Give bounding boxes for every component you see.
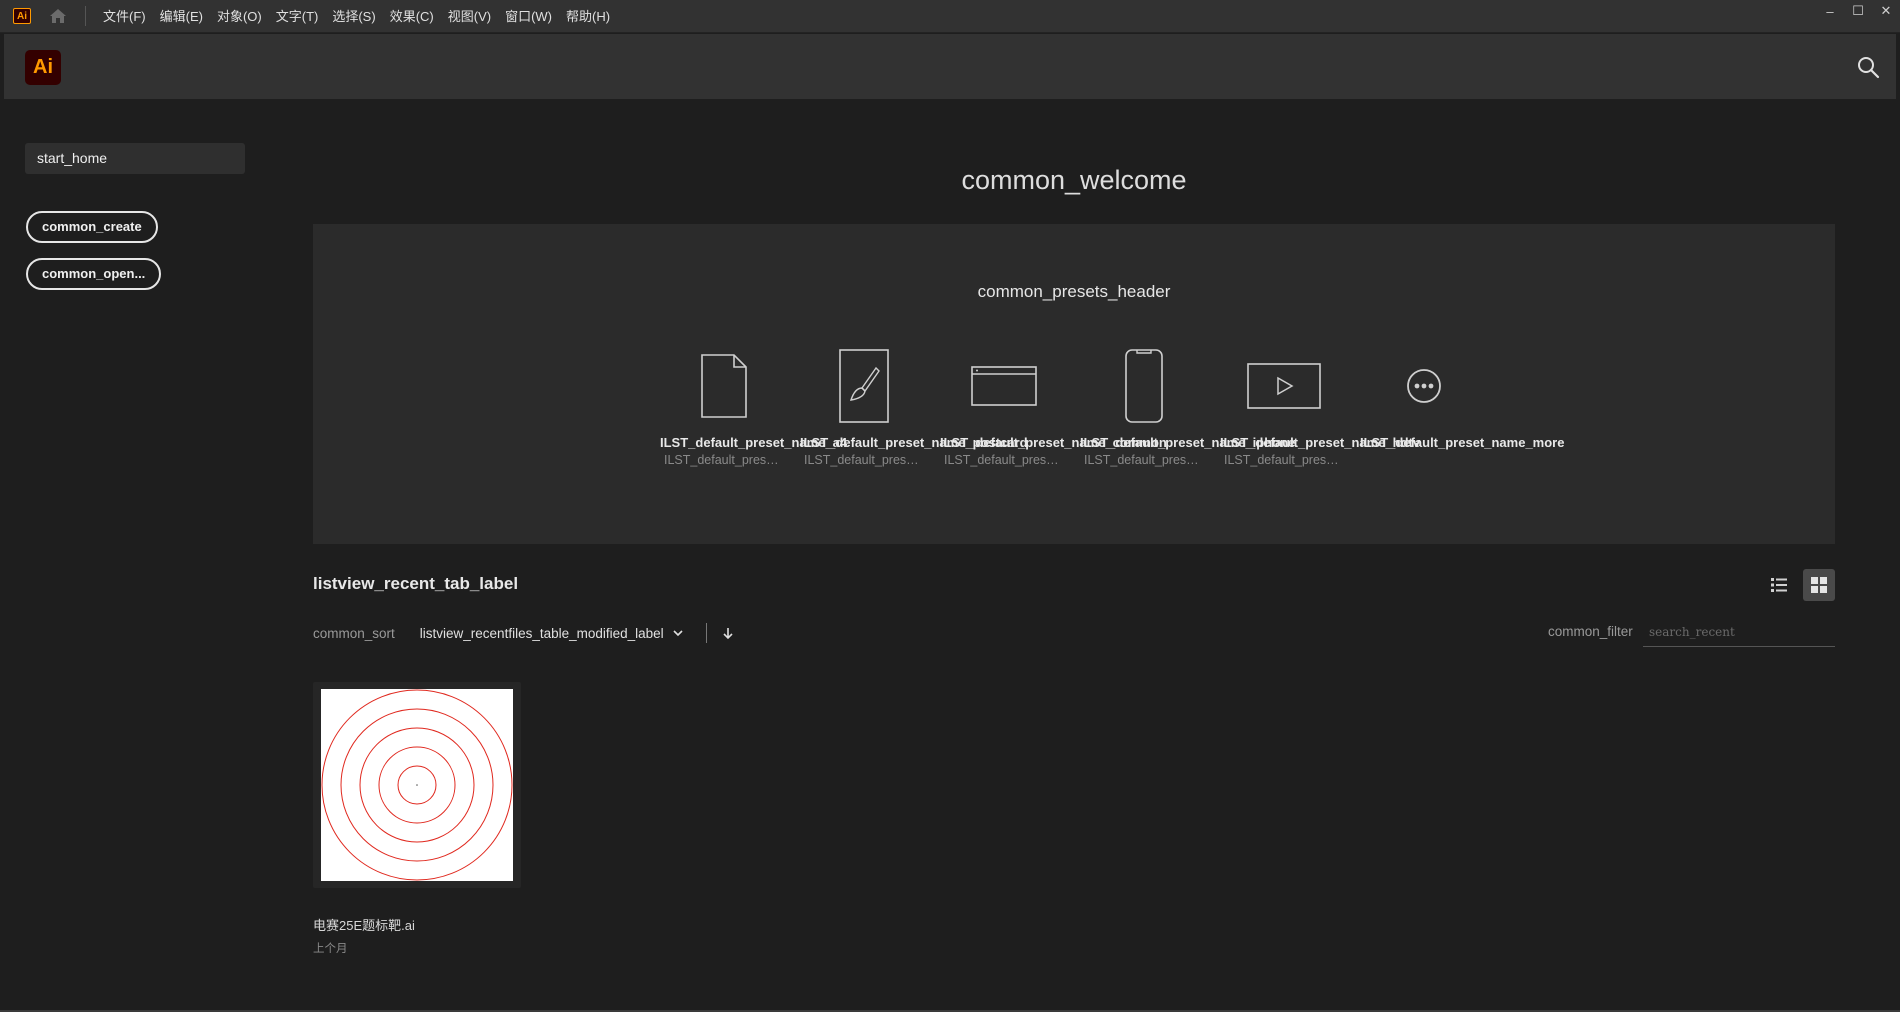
preset-postcard[interactable]: ILST_default_preset_name_postcard ILST_d… [800, 346, 1028, 469]
menu-select[interactable]: 选择(S) [325, 0, 382, 33]
search-input[interactable] [1643, 617, 1835, 647]
file-name[interactable]: 电赛25E题标靶.ai [313, 915, 523, 934]
menu-object[interactable]: 对象(O) [210, 0, 269, 33]
presets-header: common_presets_header [977, 282, 1171, 301]
preset-name: ILST_default_preset_name_more [1360, 435, 1565, 450]
app-logo: Ai [25, 50, 61, 85]
menu-view[interactable]: 视图(V) [441, 0, 498, 33]
open-button[interactable]: common_open... [26, 258, 162, 290]
preset-more[interactable]: ILST_default_preset_name_more [1360, 346, 1565, 452]
menu-file[interactable]: 文件(F) [96, 0, 153, 33]
minimize-button[interactable]: – [1816, 0, 1844, 22]
search-icon[interactable] [1856, 55, 1880, 79]
preset-name: ILST_default_preset_name_iphone [1080, 435, 1296, 450]
preset-desc: ILST_default_preset... [1224, 453, 1347, 467]
video-icon [1220, 346, 1348, 426]
create-button[interactable]: common_create [26, 211, 158, 243]
web-icon [940, 346, 1068, 426]
menu-type[interactable]: 文字(T) [269, 0, 326, 33]
sort-direction-icon[interactable] [721, 626, 735, 640]
file-thumbnail[interactable] [313, 682, 521, 888]
more-icon [1360, 346, 1488, 426]
app-icon: Ai [13, 8, 31, 24]
document-icon [660, 346, 788, 426]
presets-panel: common_presets_header ILST_default_prese… [313, 224, 1835, 544]
preset-desc: ILST_default_preset... [664, 453, 787, 467]
filter-label: common_filter [1548, 624, 1633, 639]
menu-divider [85, 6, 86, 26]
sort-divider [705, 623, 707, 643]
page-title: common_welcome [961, 165, 1187, 195]
home-icon[interactable] [47, 6, 69, 26]
brush-icon [800, 346, 928, 426]
menu-edit[interactable]: 编辑(E) [153, 0, 210, 33]
preset-a4[interactable]: ILST_default_preset_name_a4 ILST_default… [660, 346, 848, 469]
preset-iphone[interactable]: ILST_default_preset_name_iphone ILST_def… [1080, 346, 1296, 469]
sort-row: common_sort listview_recentfiles_table_m… [313, 622, 735, 644]
preset-hdtv[interactable]: ILST_default_preset_name_hdtv ILST_defau… [1220, 346, 1421, 469]
phone-icon [1080, 346, 1208, 426]
app-header: Ai [4, 34, 1896, 99]
preset-name: ILST_default_preset_name_hdtv [1220, 435, 1421, 450]
preset-name: ILST_default_preset_name_common [940, 435, 1167, 450]
file-date: 上个月 [313, 943, 348, 955]
sort-label: common_sort [313, 625, 395, 641]
preset-desc: ILST_default_preset... [944, 453, 1067, 467]
grid-view-icon[interactable] [1803, 569, 1835, 601]
close-button[interactable]: ✕ [1872, 0, 1900, 22]
sidebar-item-home[interactable]: start_home [25, 143, 245, 174]
preset-desc: ILST_default_preset... [1084, 453, 1207, 467]
preset-name: ILST_default_preset_name_a4 [660, 435, 848, 450]
target-thumbnail-image [321, 689, 513, 881]
menu-effect[interactable]: 效果(C) [383, 0, 441, 33]
preset-name: ILST_default_preset_name_postcard [800, 435, 1028, 450]
chevron-down-icon[interactable] [672, 627, 684, 639]
list-view-icon[interactable] [1763, 569, 1795, 601]
preset-desc: ILST_default_preset... [804, 453, 927, 467]
menu-help[interactable]: 帮助(H) [559, 0, 617, 33]
sort-dropdown[interactable]: listview_recentfiles_table_modified_labe… [420, 626, 664, 641]
menu-bar: Ai 文件(F) 编辑(E) 对象(O) 文字(T) 选择(S) 效果(C) 视… [0, 0, 1900, 33]
window-controls: – ☐ ✕ [1816, 0, 1900, 22]
maximize-button[interactable]: ☐ [1844, 0, 1872, 22]
recent-file-card[interactable]: 电赛25E题标靶.ai 上个月 [313, 682, 523, 956]
menu-window[interactable]: 窗口(W) [498, 0, 559, 33]
recent-section-title: listview_recent_tab_label [313, 574, 519, 593]
preset-common[interactable]: ILST_default_preset_name_common ILST_def… [940, 346, 1167, 469]
